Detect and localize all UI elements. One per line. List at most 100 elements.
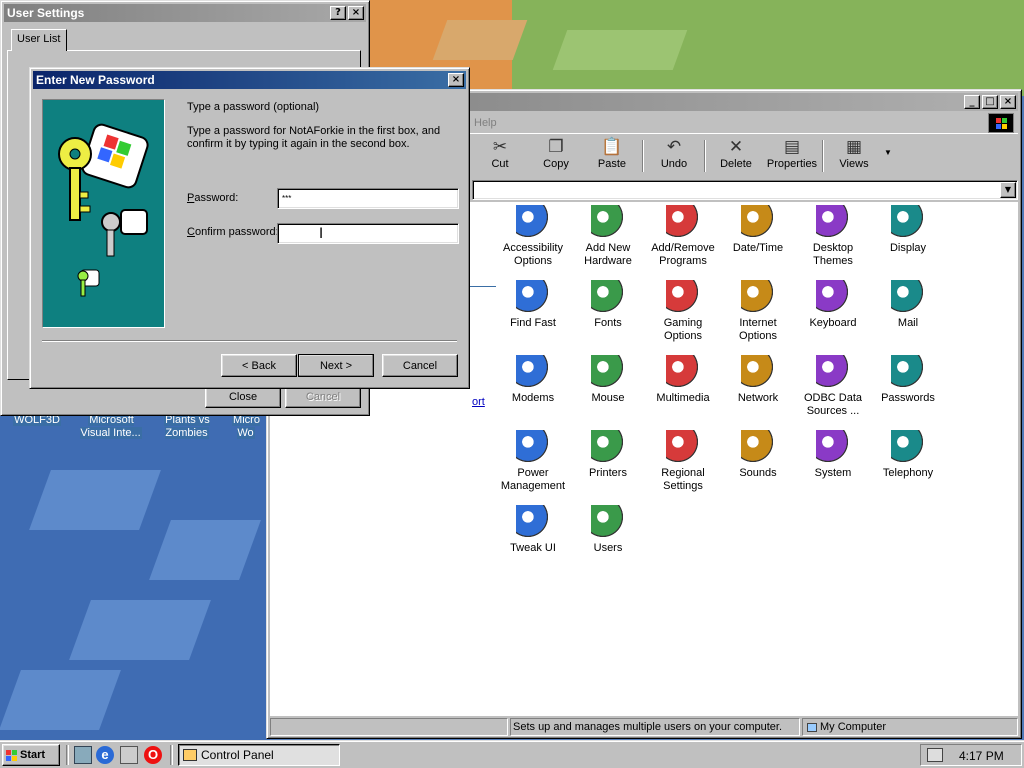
start-button[interactable]: Start bbox=[2, 744, 60, 766]
taskbar: Start e O Control Panel 4:17 PM bbox=[0, 740, 1024, 768]
help-button[interactable]: ? bbox=[330, 6, 346, 20]
copy-icon: ❐ bbox=[548, 137, 564, 157]
wallpaper-shape bbox=[432, 20, 528, 60]
desktop-icon-plants-vs-zombies[interactable]: Plants vs Zombies bbox=[152, 414, 222, 440]
cp-item-label: Sounds bbox=[739, 467, 777, 479]
undo-button[interactable]: ↶ Undo bbox=[646, 136, 702, 176]
cp-item-label: Users bbox=[593, 542, 623, 554]
cp-item-printers[interactable]: Printers bbox=[570, 430, 646, 480]
close-button[interactable]: × bbox=[1000, 95, 1016, 109]
cp-item-icon bbox=[816, 205, 850, 239]
cp-item-icon bbox=[516, 355, 550, 389]
views-dropdown-arrow-icon[interactable]: ▼ bbox=[884, 148, 892, 157]
cp-item-label: Modems bbox=[511, 392, 555, 404]
cp-item-tweak-ui[interactable]: Tweak UI bbox=[495, 505, 571, 555]
cp-item-power-management[interactable]: Power Management bbox=[495, 430, 571, 493]
cp-item-internet-options[interactable]: Internet Options bbox=[720, 280, 796, 343]
close-button[interactable]: × bbox=[348, 6, 364, 20]
desktop-icon-microsoft-word[interactable]: Micro Wo bbox=[224, 414, 268, 440]
cp-item-label: Internet Options bbox=[739, 317, 777, 342]
side-divider bbox=[470, 286, 496, 287]
cp-item-telephony[interactable]: Telephony bbox=[870, 430, 946, 480]
cp-item-icon bbox=[516, 505, 550, 539]
wallpaper-shape bbox=[29, 470, 161, 530]
cp-item-label: Fonts bbox=[594, 317, 622, 329]
confirm-password-input[interactable] bbox=[277, 223, 459, 244]
views-button[interactable]: ▦ Views bbox=[826, 136, 882, 176]
cp-item-label: Telephony bbox=[882, 467, 934, 479]
cp-item-display[interactable]: Display bbox=[870, 205, 946, 255]
minimize-button[interactable]: _ bbox=[964, 95, 980, 109]
cp-item-network[interactable]: Network bbox=[720, 355, 796, 405]
paste-button[interactable]: 📋 Paste bbox=[584, 136, 640, 176]
side-link[interactable]: ort bbox=[472, 396, 485, 408]
quicklaunch-opera-icon[interactable]: O bbox=[144, 746, 162, 764]
tray-icon[interactable] bbox=[927, 748, 943, 762]
cp-item-add-remove-programs[interactable]: Add/Remove Programs bbox=[645, 205, 721, 268]
cp-item-mouse[interactable]: Mouse bbox=[570, 355, 646, 405]
cp-item-find-fast[interactable]: Find Fast bbox=[495, 280, 571, 330]
cp-item-sounds[interactable]: Sounds bbox=[720, 430, 796, 480]
toolbar-separator bbox=[642, 140, 644, 172]
copy-button[interactable]: ❐ Copy bbox=[528, 136, 584, 176]
quicklaunch-desktop-icon[interactable] bbox=[74, 746, 92, 764]
desktop-icon-label: Microsoft Visual Inte... bbox=[80, 414, 142, 439]
cp-item-system[interactable]: System bbox=[795, 430, 871, 480]
cp-item-passwords[interactable]: Passwords bbox=[870, 355, 946, 405]
clock[interactable]: 4:17 PM bbox=[959, 749, 1004, 763]
cp-item-fonts[interactable]: Fonts bbox=[570, 280, 646, 330]
password-dialog-titlebar[interactable]: Enter New Password × bbox=[33, 71, 466, 89]
scissors-icon: ✂ bbox=[492, 137, 508, 157]
taskbar-control-panel[interactable]: Control Panel bbox=[178, 744, 340, 766]
keys-icon bbox=[58, 123, 149, 297]
cp-item-gaming-options[interactable]: Gaming Options bbox=[645, 280, 721, 343]
cp-item-label: Mouse bbox=[591, 392, 625, 404]
cp-item-odbc-data-sources[interactable]: ODBC Data Sources ... bbox=[795, 355, 871, 418]
password-label: Password: bbox=[187, 192, 239, 204]
tab-user-list[interactable]: User List bbox=[11, 29, 67, 51]
text-cursor-icon: I bbox=[319, 226, 324, 242]
cp-item-label: Printers bbox=[589, 467, 627, 479]
next-button[interactable]: Next > bbox=[298, 354, 374, 377]
maximize-button[interactable]: □ bbox=[982, 95, 998, 109]
cp-item-label: Network bbox=[737, 392, 779, 404]
cp-item-icon bbox=[666, 430, 700, 464]
delete-button[interactable]: ✕ Delete bbox=[708, 136, 764, 176]
cp-item-date-time[interactable]: Date/Time bbox=[720, 205, 796, 255]
cp-item-icon bbox=[741, 355, 775, 389]
desktop-icon-visual-interdev[interactable]: Microsoft Visual Inte... bbox=[76, 414, 146, 440]
cp-item-icon bbox=[741, 280, 775, 314]
menu-help[interactable]: Help bbox=[474, 117, 497, 129]
cp-item-icon bbox=[816, 280, 850, 314]
cp-item-add-new-hardware[interactable]: Add New Hardware bbox=[570, 205, 646, 268]
quicklaunch-channels-icon[interactable] bbox=[120, 746, 138, 764]
cp-item-label: Desktop Themes bbox=[812, 242, 854, 267]
cp-item-icon bbox=[516, 430, 550, 464]
cp-item-desktop-themes[interactable]: Desktop Themes bbox=[795, 205, 871, 268]
password-input[interactable] bbox=[277, 188, 459, 209]
address-dropdown-button[interactable]: ▼ bbox=[1000, 182, 1016, 198]
confirm-password-label: Confirm password: bbox=[187, 226, 279, 238]
cp-item-icon bbox=[591, 505, 625, 539]
cp-item-keyboard[interactable]: Keyboard bbox=[795, 280, 871, 330]
properties-button[interactable]: ▤ Properties bbox=[764, 136, 820, 176]
user-settings-titlebar[interactable]: User Settings ? × bbox=[4, 4, 366, 22]
password-dialog: Enter New Password × Type a password (op… bbox=[29, 67, 470, 389]
cp-item-mail[interactable]: Mail bbox=[870, 280, 946, 330]
cp-item-icon bbox=[891, 355, 925, 389]
quicklaunch-ie-icon[interactable]: e bbox=[96, 746, 114, 764]
desktop-icon-label: Plants vs Zombies bbox=[164, 414, 210, 439]
cp-item-regional-settings[interactable]: Regional Settings bbox=[645, 430, 721, 493]
cp-item-icon bbox=[741, 430, 775, 464]
cancel-button[interactable]: Cancel bbox=[382, 354, 458, 377]
cp-item-modems[interactable]: Modems bbox=[495, 355, 571, 405]
undo-icon: ↶ bbox=[666, 137, 682, 157]
address-bar[interactable]: ▼ bbox=[472, 180, 1018, 200]
cp-item-accessibility-options[interactable]: Accessibility Options bbox=[495, 205, 571, 268]
back-button[interactable]: < Back bbox=[221, 354, 297, 377]
close-button[interactable]: × bbox=[448, 73, 464, 87]
cut-button[interactable]: ✂ Cut bbox=[472, 136, 528, 176]
cp-item-multimedia[interactable]: Multimedia bbox=[645, 355, 721, 405]
cp-item-label: Display bbox=[889, 242, 927, 254]
cp-item-users[interactable]: Users bbox=[570, 505, 646, 555]
